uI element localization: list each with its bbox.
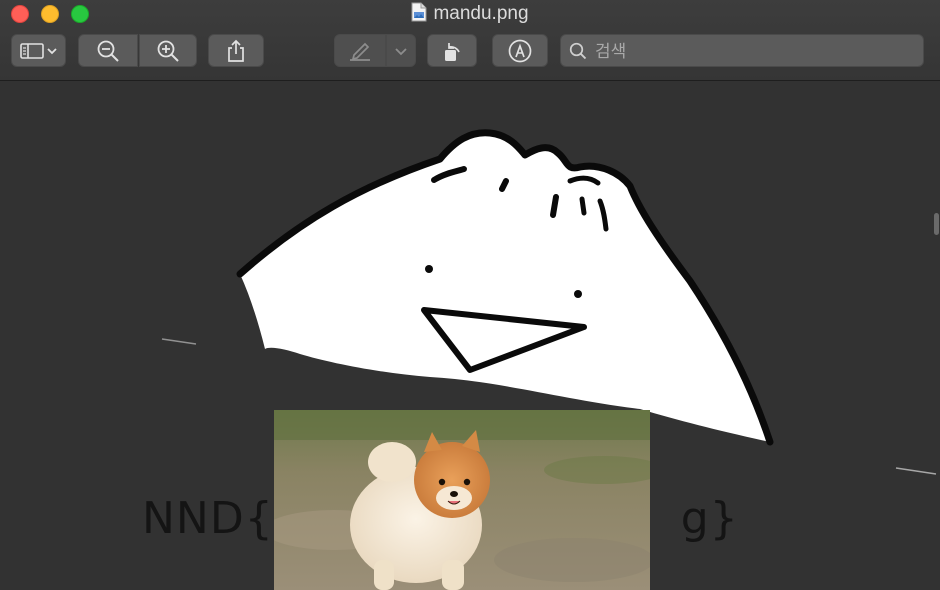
zoom-out-icon: [96, 39, 120, 63]
share-icon: [225, 39, 247, 63]
sidebar-icon: [19, 42, 58, 60]
rotate-button[interactable]: [427, 34, 477, 67]
search-field[interactable]: [560, 34, 924, 67]
titlebar[interactable]: mandu.png: [0, 0, 940, 81]
zoom-in-button[interactable]: [139, 34, 197, 67]
search-icon: [569, 42, 587, 65]
rotate-icon: [440, 39, 464, 63]
markup-icon: [507, 38, 533, 64]
preview-window: mandu.png 검색 NND{r g}: [0, 0, 940, 590]
window-title: mandu.png: [0, 2, 940, 29]
markup-button[interactable]: [492, 34, 548, 67]
zoom-out-button[interactable]: [78, 34, 138, 67]
search-input[interactable]: [593, 39, 917, 65]
highlight-button[interactable]: [334, 34, 386, 67]
dog-photo: [274, 410, 650, 590]
image-canvas[interactable]: NND{r g}: [0, 81, 940, 590]
sidebar-toggle-button[interactable]: [11, 34, 66, 67]
highlight-options-button[interactable]: [386, 34, 416, 67]
pen-icon: [346, 40, 374, 62]
flag-caption-end: g}: [680, 493, 739, 544]
zoom-in-icon: [156, 39, 180, 63]
image-document-icon: [411, 2, 427, 29]
flag-caption-start: NND{r: [142, 493, 293, 544]
share-button[interactable]: [208, 34, 264, 67]
chevron-down-icon: [394, 46, 408, 56]
window-title-text: mandu.png: [433, 3, 529, 24]
